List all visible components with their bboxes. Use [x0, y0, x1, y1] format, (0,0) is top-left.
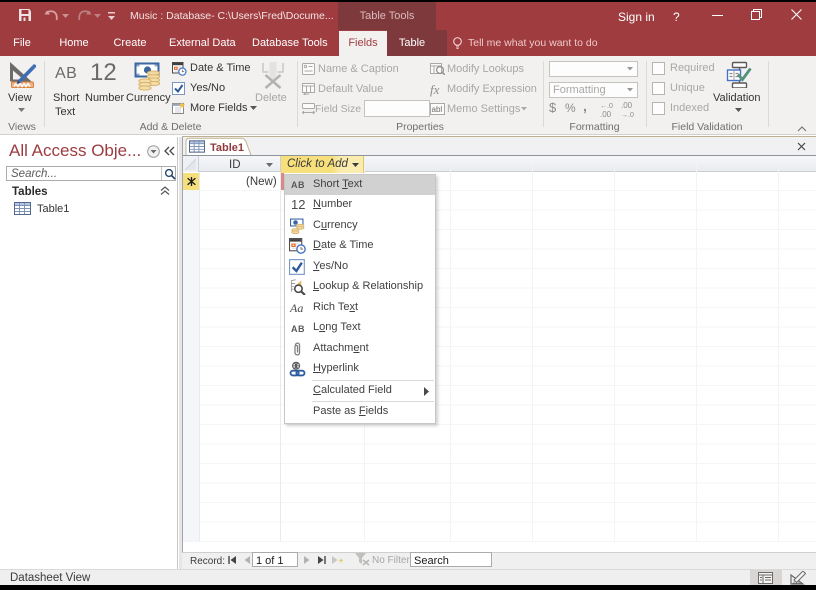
- svg-text:abl: abl: [432, 105, 443, 114]
